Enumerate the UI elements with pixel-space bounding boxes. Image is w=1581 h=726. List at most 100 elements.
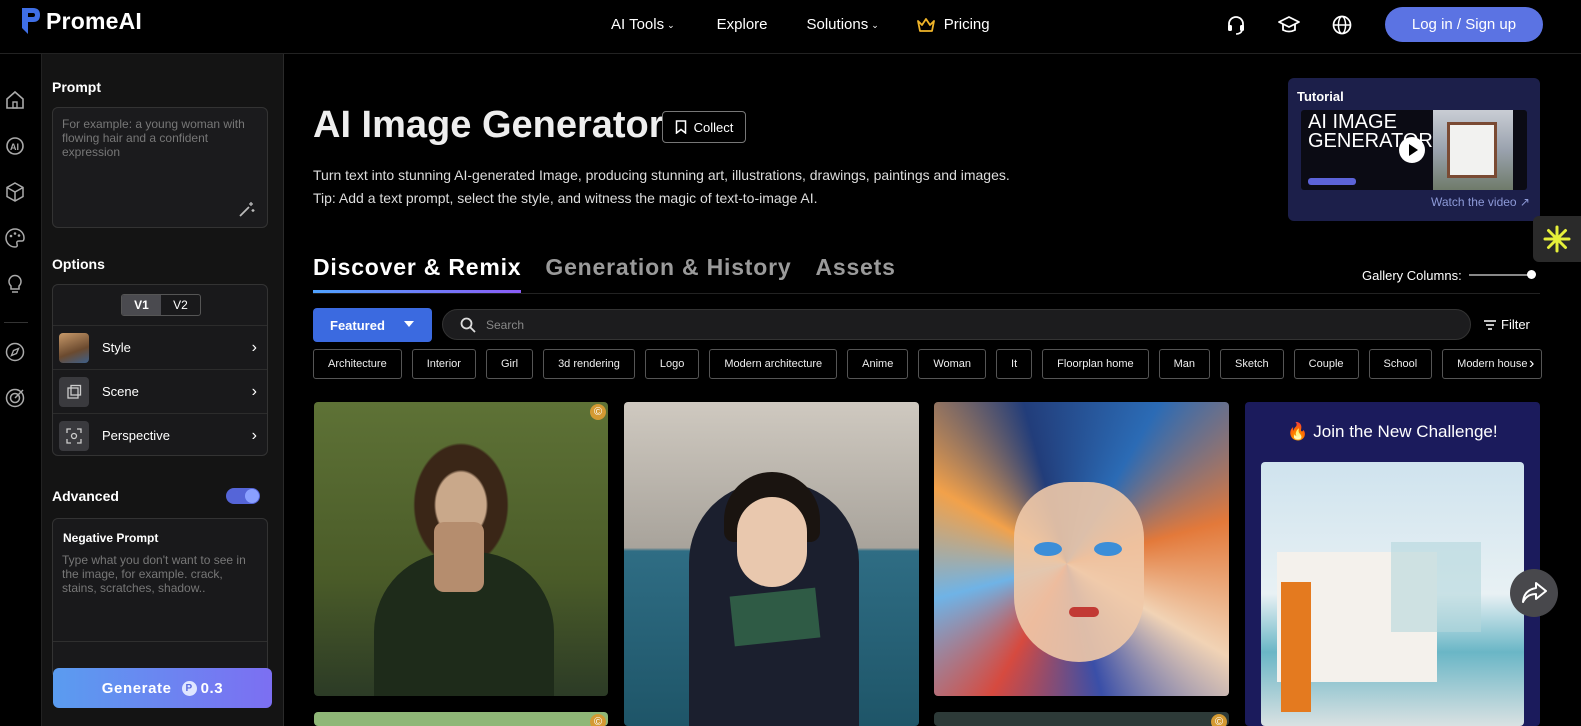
target-icon[interactable] (4, 387, 26, 409)
palette-icon[interactable] (4, 227, 26, 249)
option-style[interactable]: Style › (53, 325, 267, 369)
gallery-columns-label: Gallery Columns: (1362, 268, 1462, 283)
challenge-card[interactable]: 🔥 Join the New Challenge! (1245, 402, 1540, 726)
challenge-title: 🔥 Join the New Challenge! (1287, 422, 1498, 441)
advanced-toggle[interactable] (226, 488, 260, 504)
copyright-badge-icon: © (590, 714, 606, 726)
nav-ai-tools[interactable]: AI Tools ⌄ (611, 16, 675, 33)
tab-generation-history[interactable]: Generation & History (545, 254, 791, 293)
gallery-card[interactable]: © (934, 712, 1229, 726)
tag-chip[interactable]: Girl (485, 349, 534, 379)
version-toggle: V1 V2 (121, 294, 201, 316)
gallery-columns-slider[interactable] (1469, 270, 1536, 279)
collect-button[interactable]: Collect (662, 111, 746, 143)
tag-chip[interactable]: Man (1158, 349, 1211, 379)
lightbulb-icon[interactable] (4, 273, 26, 295)
tag-chip[interactable]: Anime (847, 349, 909, 379)
chevron-right-icon[interactable]: › (1529, 355, 1534, 373)
chevron-right-icon: › (251, 382, 257, 400)
version-v1-button[interactable]: V1 (122, 295, 161, 315)
support-headset-icon[interactable] (1225, 14, 1247, 36)
tutorial-video-thumbnail[interactable]: AI IMAGE GENERATOR (1301, 110, 1527, 190)
tag-chip[interactable]: 3d rendering (543, 349, 635, 379)
filter-label: Filter (1501, 317, 1530, 332)
house-image (1433, 110, 1513, 190)
filter-button[interactable]: Filter (1483, 317, 1530, 332)
tutorial-card: Tutorial AI IMAGE GENERATOR Watch the vi… (1288, 78, 1540, 221)
prompt-box (52, 107, 268, 228)
search-input[interactable] (486, 316, 1446, 334)
version-v2-button[interactable]: V2 (161, 295, 200, 315)
tag-chip[interactable]: Couple (1293, 349, 1359, 379)
scene-icon (59, 376, 89, 407)
nav-pricing-label: Pricing (943, 16, 990, 33)
tag-chip[interactable]: Interior (411, 349, 476, 379)
3d-cube-icon[interactable] (4, 181, 26, 203)
generator-panel: Prompt Options V1 V2 Style › Scene › (42, 54, 284, 726)
style-thumbnail (59, 332, 89, 363)
tag-chip[interactable]: Modern house (1442, 349, 1543, 379)
floating-sparkle-button[interactable] (1533, 216, 1581, 262)
tab-underline-base (313, 293, 1540, 294)
caret-down-icon (404, 321, 414, 327)
student-face (737, 497, 807, 587)
option-scene[interactable]: Scene › (53, 369, 267, 413)
eye (1034, 542, 1062, 556)
gallery-card[interactable]: © (314, 402, 608, 696)
watch-video-link[interactable]: Watch the video ↗ (1431, 195, 1530, 209)
compass-icon[interactable] (4, 341, 26, 363)
brand-logo[interactable]: PromeAI (18, 6, 142, 36)
chevron-down-icon: ⌄ (871, 20, 879, 30)
tag-chip[interactable]: Floorplan home (1042, 349, 1149, 379)
description-line-1: Turn text into stunning AI-generated Ima… (313, 167, 1010, 183)
chevron-right-icon: › (251, 426, 257, 444)
nav-explore[interactable]: Explore (717, 16, 768, 33)
advanced-heading: Advanced (52, 488, 119, 504)
magic-wand-icon[interactable] (238, 200, 256, 218)
login-signup-button[interactable]: Log in / Sign up (1385, 7, 1543, 42)
graduation-cap-icon[interactable] (1278, 14, 1300, 36)
option-style-label: Style (102, 340, 131, 355)
ai-tools-icon[interactable]: AI (4, 135, 26, 157)
negative-prompt-input[interactable] (62, 553, 258, 637)
home-icon[interactable] (4, 89, 26, 111)
tag-chip[interactable]: Logo (644, 349, 700, 379)
gallery-card[interactable] (934, 402, 1229, 696)
left-icon-rail: AI (0, 54, 42, 726)
tag-chip[interactable]: Architecture (313, 349, 402, 379)
filter-icon (1484, 319, 1496, 330)
prompt-input[interactable] (62, 117, 258, 201)
challenge-image (1261, 462, 1524, 726)
nav-solutions[interactable]: Solutions ⌄ (807, 16, 879, 33)
gallery-card[interactable]: © (314, 712, 608, 726)
tag-chip[interactable]: School (1368, 349, 1433, 379)
sparkle-icon (1543, 225, 1571, 253)
tab-assets[interactable]: Assets (815, 254, 895, 293)
play-icon[interactable] (1399, 137, 1425, 163)
generate-label: Generate (101, 679, 172, 697)
tag-chip[interactable]: Woman (918, 349, 987, 379)
chevron-right-icon: › (251, 338, 257, 356)
tag-chip[interactable]: Modern architecture (709, 349, 838, 379)
gallery-card[interactable] (624, 402, 919, 726)
featured-dropdown[interactable]: Featured (313, 308, 432, 342)
generate-button[interactable]: Generate P 0.3 (53, 668, 272, 708)
promeai-logo-icon (22, 8, 40, 34)
prompt-heading: Prompt (52, 79, 101, 95)
tag-chip[interactable]: It (996, 349, 1033, 379)
main-nav: AI Tools ⌄ Explore Solutions ⌄ Pricing (611, 16, 990, 33)
eye (1094, 542, 1122, 556)
globe-icon[interactable] (1331, 14, 1353, 36)
option-scene-label: Scene (102, 384, 139, 399)
nav-explore-label: Explore (716, 16, 768, 33)
svg-text:AI: AI (10, 142, 19, 152)
portrait-skin (434, 522, 484, 592)
tab-discover-remix[interactable]: Discover & Remix (313, 254, 522, 293)
tag-chip[interactable]: Sketch (1220, 349, 1284, 379)
rail-divider (4, 322, 28, 323)
nav-pricing[interactable]: Pricing (916, 16, 990, 33)
credit-coin-icon: P (181, 680, 197, 696)
video-badge (1308, 178, 1356, 185)
option-perspective[interactable]: Perspective › (53, 413, 267, 457)
share-button[interactable] (1510, 569, 1558, 617)
